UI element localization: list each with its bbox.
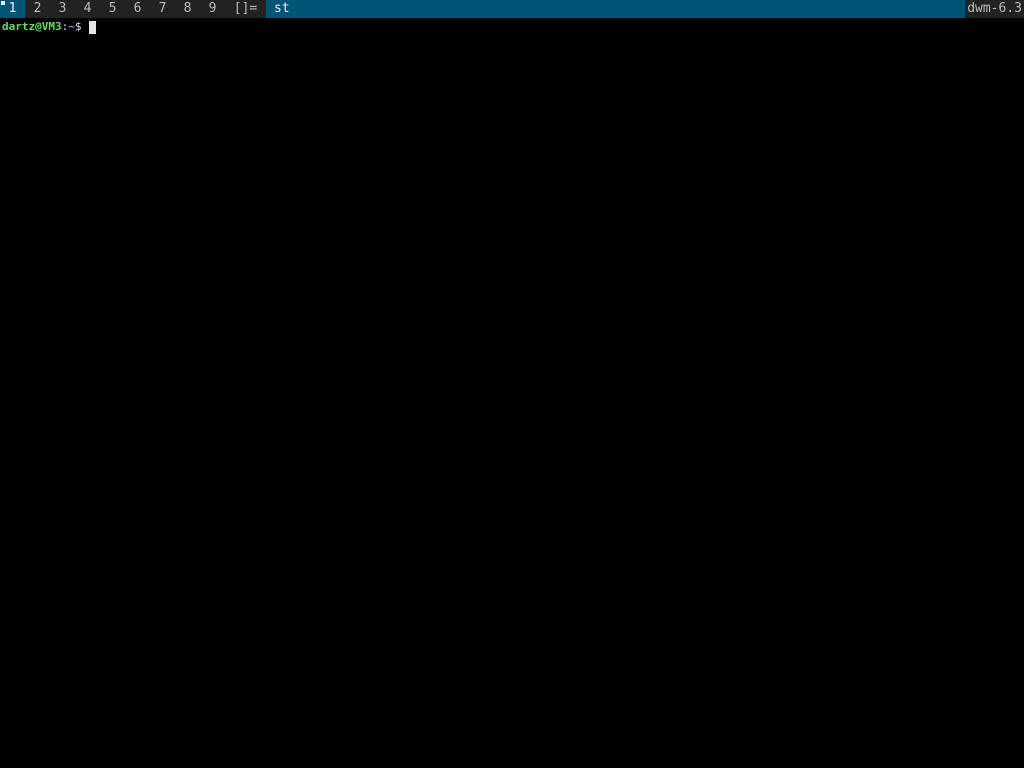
tag-7[interactable]: 7 <box>150 0 175 18</box>
tag-2[interactable]: 2 <box>25 0 50 18</box>
tag-4[interactable]: 4 <box>75 0 100 18</box>
prompt-path: ~ <box>68 20 75 33</box>
tag-label: 6 <box>133 1 142 16</box>
tag-label: 3 <box>58 1 67 16</box>
tag-label: 7 <box>158 1 167 16</box>
tag-label: 9 <box>208 1 217 16</box>
window-title[interactable]: st <box>266 0 966 18</box>
prompt-user-host: dartz@VM3 <box>2 20 62 33</box>
tag-1[interactable]: 1 <box>0 0 25 18</box>
prompt-symbol: $ <box>74 20 89 33</box>
prompt-line: dartz@VM3: ~ $ <box>2 19 1022 35</box>
tag-8[interactable]: 8 <box>175 0 200 18</box>
tag-label: 4 <box>83 1 92 16</box>
layout-symbol[interactable]: []= <box>225 0 266 18</box>
status-text: dwm-6.3 <box>965 0 1024 18</box>
dwm-status-bar: 1 2 3 4 5 6 7 8 9 []= st dwm-6.3 <box>0 0 1024 18</box>
tag-5[interactable]: 5 <box>100 0 125 18</box>
tag-9[interactable]: 9 <box>200 0 225 18</box>
tag-label: 1 <box>8 1 17 16</box>
terminal-window[interactable]: dartz@VM3: ~ $ <box>0 18 1024 768</box>
tag-label: 2 <box>33 1 42 16</box>
occupied-tag-indicator-icon <box>1 1 5 5</box>
prompt-separator: : <box>61 20 69 33</box>
tag-label: 5 <box>108 1 117 16</box>
tag-label: 8 <box>183 1 192 16</box>
block-cursor-icon <box>89 20 97 34</box>
tag-6[interactable]: 6 <box>125 0 150 18</box>
tag-3[interactable]: 3 <box>50 0 75 18</box>
